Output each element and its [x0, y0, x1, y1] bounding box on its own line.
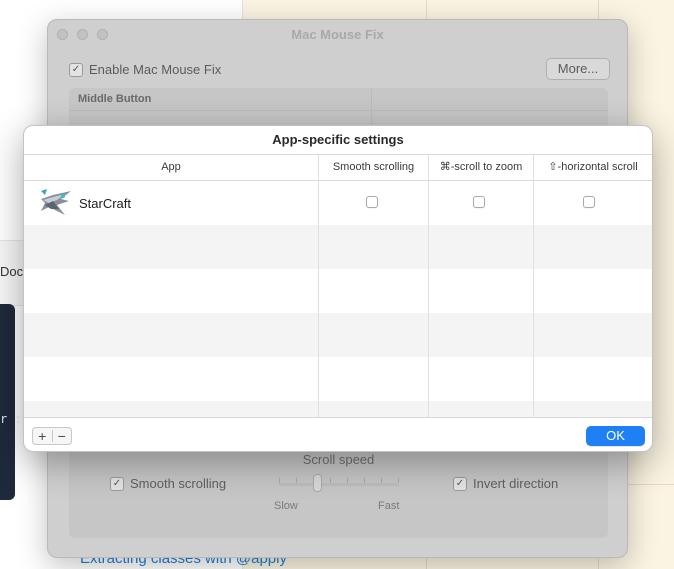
header-divider [533, 155, 534, 180]
slider-slow-label: Slow [274, 500, 298, 512]
slider-tick [296, 478, 297, 483]
add-remove-control: + − [32, 427, 72, 445]
slider-tick [330, 478, 331, 483]
app-name: StarCraft [79, 196, 132, 211]
add-app-button[interactable]: + [33, 428, 52, 444]
ok-button[interactable]: OK [586, 426, 645, 446]
column-divider [428, 154, 429, 417]
sheet-footer: + − OK [24, 417, 652, 451]
table-row-empty [24, 357, 652, 401]
background-doc-text: Doc [0, 264, 24, 279]
slider-tick [279, 478, 280, 483]
enable-mmf-label: Enable Mac Mouse Fix [89, 62, 222, 77]
smooth-scrolling-label: Smooth scrolling [130, 476, 227, 491]
column-divider [318, 154, 319, 417]
column-header-cmd-scroll-zoom[interactable]: ⌘-scroll to zoom [429, 155, 533, 180]
table-header: App Smooth scrolling ⌘-scroll to zoom ⇧-… [24, 154, 652, 181]
checkmark-icon: ✓ [69, 62, 83, 77]
starcraft-app-icon [41, 189, 71, 215]
table-row-empty [24, 401, 652, 417]
column-header-shift-horizontal-scroll[interactable]: ⇧-horizontal scroll [534, 155, 652, 180]
column-header-app[interactable]: App [24, 155, 318, 180]
window-title: Mac Mouse Fix [291, 27, 384, 42]
app-specific-settings-sheet: App-specific settings StarCraft App Smoo… [23, 125, 653, 452]
slider-fast-label: Fast [378, 500, 400, 512]
slider-tick [347, 478, 348, 483]
checkmark-icon: ✓ [453, 476, 467, 491]
remove-app-button[interactable]: − [52, 428, 71, 444]
slider-tick [364, 478, 365, 483]
header-divider [318, 155, 319, 180]
background-code-text: r : [0, 412, 22, 426]
panel-divider [371, 88, 372, 130]
sheet-title: App-specific settings [272, 132, 404, 147]
more-button[interactable]: More... [546, 58, 610, 80]
checkmark-icon: ✓ [110, 476, 124, 491]
cmd-scroll-zoom-checkbox[interactable] [473, 196, 485, 208]
background-code-block [0, 304, 15, 500]
panel-header: Middle Button [69, 88, 608, 111]
header-divider [428, 155, 429, 180]
scroll-speed-label: Scroll speed [302, 452, 375, 467]
shift-horizontal-scroll-checkbox[interactable] [583, 196, 595, 208]
column-header-smooth-scrolling[interactable]: Smooth scrolling [319, 155, 428, 180]
scroll-speed-slider-knob[interactable] [313, 474, 322, 492]
enable-mmf-toggle[interactable]: ✓ Enable Mac Mouse Fix [69, 62, 221, 77]
invert-direction-toggle[interactable]: ✓ Invert direction [453, 476, 558, 491]
table-row[interactable]: StarCraft [24, 181, 652, 225]
column-divider [533, 154, 534, 417]
middle-button-header: Middle Button [78, 93, 152, 105]
smooth-scrolling-toggle[interactable]: ✓ Smooth scrolling [110, 476, 226, 491]
app-settings-table: StarCraft App Smooth scrolling ⌘-scroll … [24, 154, 652, 417]
scroll-speed-slider-track[interactable] [279, 483, 399, 486]
table-row-empty [24, 225, 652, 269]
table-row-empty [24, 269, 652, 313]
window-titlebar: Mac Mouse Fix [48, 20, 627, 48]
table-row-empty [24, 313, 652, 357]
slider-tick [398, 478, 399, 483]
smooth-scrolling-checkbox[interactable] [366, 196, 378, 208]
slider-tick [381, 478, 382, 483]
invert-direction-label: Invert direction [473, 476, 559, 491]
